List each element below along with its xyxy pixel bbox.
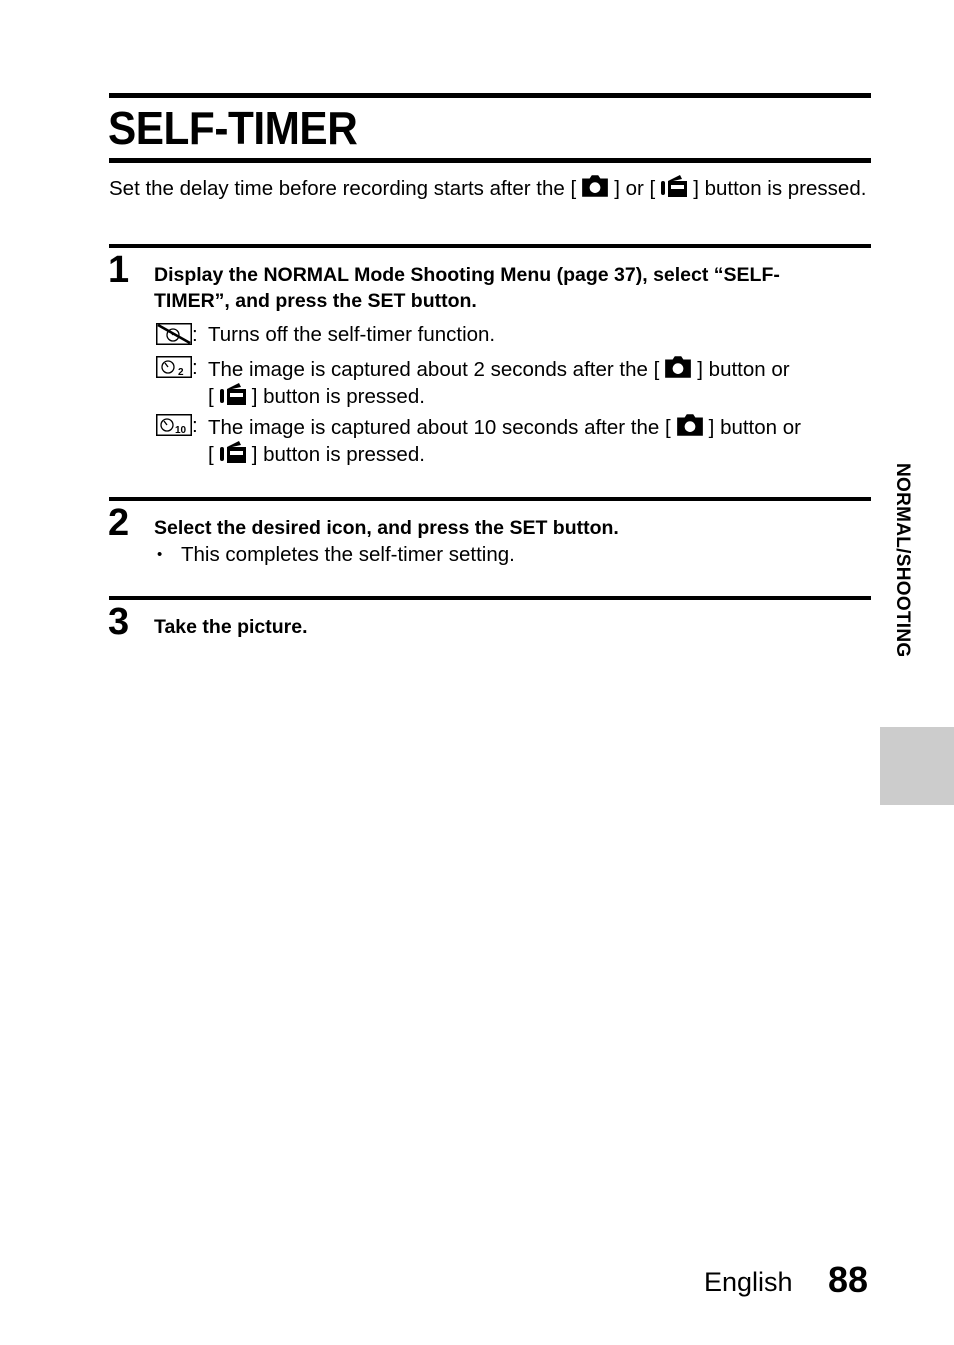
option-timer-off: : Turns off the self-timer function. <box>156 322 871 347</box>
option-description: Turns off the self-timer function. <box>208 323 496 346</box>
video-button-icon <box>659 174 689 198</box>
option-text: ] button is pressed. <box>251 443 425 466</box>
intro-paragraph: Set the delay time before recording star… <box>109 174 871 201</box>
intro-text-1: Set the delay time before recording star… <box>109 177 577 200</box>
option-text: [ <box>208 443 214 466</box>
timer-subscript: 10 <box>175 425 187 436</box>
self-timer-off-icon <box>156 323 192 345</box>
option-label: 2 : <box>156 355 208 380</box>
camera-button-icon <box>675 413 705 437</box>
option-label: : <box>156 322 208 347</box>
option-label: 10 : <box>156 413 208 438</box>
step-1-heading-line-2: TIMER”, and press the SET button. <box>154 290 477 312</box>
option-separator: : <box>192 356 198 379</box>
option-description: The image is captured about 10 seconds a… <box>208 413 868 467</box>
option-description: The image is captured about 2 seconds af… <box>208 355 868 409</box>
section-side-label: NORMAL/SHOOTING <box>892 463 913 658</box>
step-2-bullet: • This completes the self-timer setting. <box>157 542 515 567</box>
option-text: The image is captured about 10 seconds a… <box>208 416 671 439</box>
intro-text-2: ] or [ <box>614 177 656 200</box>
option-separator: : <box>192 323 198 346</box>
step-2-rule <box>109 497 871 501</box>
bullet-text: This completes the self-timer setting. <box>181 543 515 566</box>
footer-language: English <box>704 1267 793 1297</box>
page-number: 88 <box>828 1259 869 1300</box>
step-1-rule <box>109 244 871 248</box>
option-text: ] button or <box>708 416 801 439</box>
option-timer-10s: 10 : The image is captured about 10 seco… <box>156 413 871 467</box>
option-text: The image is captured about 2 seconds af… <box>208 358 660 381</box>
video-button-icon <box>218 382 248 406</box>
option-text: ] button is pressed. <box>251 385 425 408</box>
step-2-heading: Select the desired icon, and press the S… <box>154 517 619 539</box>
step-1-number: 1 <box>108 249 130 291</box>
self-timer-10s-icon: 10 <box>156 414 192 436</box>
step-2-number: 2 <box>108 502 130 544</box>
step-1-heading-line-1: Display the NORMAL Mode Shooting Menu (p… <box>154 264 780 286</box>
video-button-icon <box>218 440 248 464</box>
step-1-heading: Display the NORMAL Mode Shooting Menu (p… <box>154 262 874 314</box>
intro-text-3: ] button is pressed. <box>693 177 867 200</box>
self-timer-2s-icon: 2 <box>156 356 192 378</box>
timer-subscript: 2 <box>178 367 184 378</box>
option-separator: : <box>192 414 198 437</box>
option-text: [ <box>208 385 214 408</box>
step-3-number: 3 <box>108 601 130 643</box>
camera-button-icon <box>580 174 610 198</box>
bullet-mark: • <box>157 546 163 563</box>
option-text: ] button or <box>697 358 790 381</box>
step-3-heading: Take the picture. <box>154 616 308 638</box>
step-3-rule <box>109 596 871 600</box>
page-title: SELF-TIMER <box>108 102 358 154</box>
option-timer-2s: 2 : The image is captured about 2 second… <box>156 355 871 409</box>
title-bottom-rule <box>109 158 871 163</box>
section-side-tab <box>880 727 954 805</box>
camera-button-icon <box>663 355 693 379</box>
